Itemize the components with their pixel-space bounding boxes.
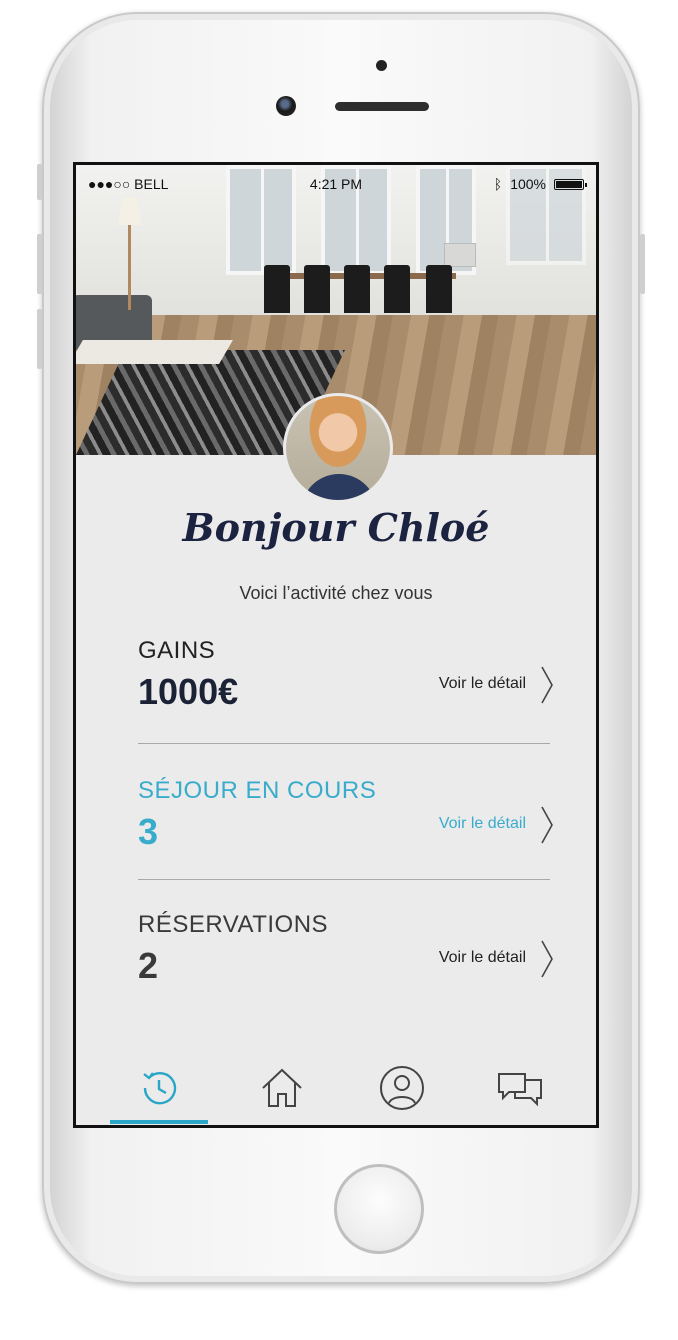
greeting-title: Bonjour Chloé [182,505,490,550]
stat-row-gains[interactable]: GAINS 1000€ Voir le détail [138,637,553,757]
tab-messages[interactable] [490,1058,550,1118]
stat-label: SÉJOUR EN COURS [138,777,377,804]
mute-switch [37,164,42,200]
tab-bar [76,1050,596,1125]
chevron-right-icon[interactable] [540,805,554,845]
hero-coffee-table [76,340,233,364]
detail-link[interactable]: Voir le détail [439,815,526,833]
hero-chair [426,265,452,313]
detail-link[interactable]: Voir le détail [439,949,526,967]
power-button [640,234,645,294]
detail-link[interactable]: Voir le détail [439,675,526,693]
hero-chair [384,265,410,313]
chevron-right-icon[interactable] [540,939,554,979]
chat-icon [498,1073,542,1107]
front-camera-icon [276,96,296,116]
avatar-shirt [301,474,377,500]
battery-icon [554,178,587,190]
battery-percent: 100% [510,176,546,192]
hero-chair [264,265,290,313]
divider [138,743,550,744]
hero-lamp-pole [128,220,131,310]
home-button[interactable] [334,1164,424,1254]
stat-value: 2 [138,945,159,986]
volume-down-button [37,309,42,369]
volume-up-button [37,234,42,294]
proximity-sensor [376,60,387,71]
stat-row-reservations[interactable]: RÉSERVATIONS 2 Voir le détail [138,911,553,1031]
app-screen: ●●●○○ BELL 4:21 PM ᛒ 100% Bonjour Chloé … [73,162,599,1128]
stat-value: 1000€ [138,671,239,712]
home-icon [262,1068,302,1107]
stat-label: GAINS [138,637,216,664]
active-tab-indicator [110,1120,208,1124]
status-right: ᛒ 100% [493,176,587,192]
profile-icon [380,1066,424,1110]
hero-chair [344,265,370,313]
divider [138,879,550,880]
greeting-subtitle: Voici l’activité chez vous [239,583,433,603]
hero-chair [304,265,330,313]
stat-label: RÉSERVATIONS [138,911,329,938]
avatar[interactable] [283,393,393,503]
tab-history[interactable] [129,1058,189,1118]
chevron-right-icon[interactable] [540,665,554,705]
bluetooth-icon: ᛒ [493,176,503,192]
hero-radiator [444,243,476,267]
status-bar: ●●●○○ BELL 4:21 PM ᛒ 100% [76,165,596,201]
tab-home[interactable] [252,1058,312,1118]
stat-value: 3 [138,811,159,852]
earpiece-speaker [335,102,429,111]
history-icon [143,1072,177,1105]
tab-profile[interactable] [372,1058,432,1118]
